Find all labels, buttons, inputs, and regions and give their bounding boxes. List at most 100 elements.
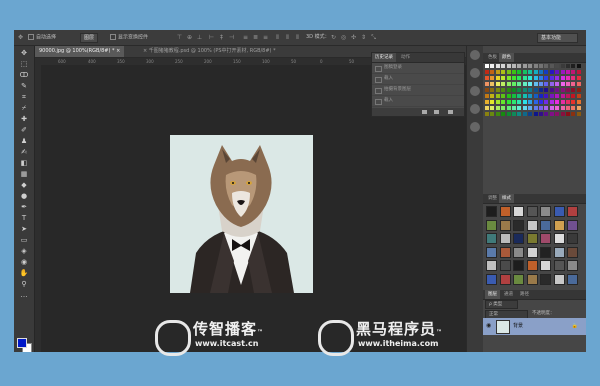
dodge-tool-icon[interactable]: ● <box>18 191 30 201</box>
color-swatch[interactable] <box>539 88 543 92</box>
move-tool-icon[interactable]: ✥ <box>18 48 30 58</box>
style-thumbnail[interactable] <box>513 206 524 217</box>
style-thumbnail[interactable] <box>567 273 578 285</box>
color-swatch[interactable] <box>522 76 527 80</box>
align-top-icon[interactable]: ⊤ <box>176 34 183 41</box>
color-swatch[interactable] <box>539 76 543 80</box>
color-swatch[interactable] <box>512 76 516 80</box>
layer-kind-filter[interactable]: ρ 类型 <box>485 300 518 309</box>
color-swatch[interactable] <box>517 100 522 104</box>
color-swatch[interactable] <box>560 64 565 68</box>
style-thumbnail[interactable] <box>567 260 578 271</box>
color-swatch[interactable] <box>512 70 516 74</box>
color-swatch[interactable] <box>533 64 538 68</box>
color-swatch[interactable] <box>566 82 570 86</box>
brush-tool-icon[interactable]: ✐ <box>18 125 30 135</box>
color-swatch[interactable] <box>495 100 500 104</box>
marquee-tool-icon[interactable]: ⬚ <box>18 59 30 69</box>
color-swatch[interactable] <box>576 64 581 68</box>
style-thumbnail[interactable] <box>540 246 551 258</box>
auto-select-option[interactable]: 自动选择 <box>28 34 56 41</box>
hand-tool-icon[interactable]: ✋ <box>18 268 30 278</box>
color-swatch[interactable] <box>549 82 554 86</box>
color-swatch[interactable] <box>549 76 554 80</box>
tab-styles[interactable]: 样式 <box>499 194 514 203</box>
color-swatch[interactable] <box>566 112 570 116</box>
tab-paths[interactable]: 路径 <box>517 290 532 299</box>
color-swatch[interactable] <box>522 70 527 74</box>
color-swatch[interactable] <box>566 88 570 92</box>
distribute-right-icon[interactable]: ⦀ <box>294 34 301 41</box>
color-swatch[interactable] <box>506 82 511 86</box>
color-swatch[interactable] <box>571 100 576 104</box>
style-thumbnail[interactable] <box>486 260 497 271</box>
style-thumbnail[interactable] <box>567 219 578 231</box>
color-swatch[interactable] <box>517 112 522 116</box>
color-swatch[interactable] <box>549 70 554 74</box>
color-swatch[interactable] <box>544 88 549 92</box>
close-icon[interactable]: × <box>143 48 147 54</box>
color-swatch[interactable] <box>501 82 506 86</box>
history-panel-icon[interactable] <box>470 50 480 60</box>
history-item[interactable]: 图稿登录 <box>372 63 464 74</box>
color-swatch[interactable] <box>560 100 565 104</box>
color-swatch[interactable] <box>544 70 549 74</box>
color-swatch[interactable] <box>490 100 495 104</box>
color-swatch[interactable] <box>501 76 506 80</box>
color-swatch[interactable] <box>571 64 576 68</box>
color-swatch[interactable] <box>539 106 543 110</box>
color-swatch[interactable] <box>528 94 533 98</box>
history-item[interactable]: 载入 <box>372 74 464 85</box>
distribute-top-icon[interactable]: ≡ <box>242 34 249 41</box>
color-swatch[interactable] <box>555 106 560 110</box>
close-icon[interactable]: × <box>116 48 120 54</box>
style-thumbnail[interactable] <box>553 273 565 285</box>
color-swatch[interactable] <box>539 100 543 104</box>
style-thumbnail[interactable] <box>486 219 497 231</box>
color-swatch[interactable] <box>501 112 506 116</box>
color-swatch[interactable] <box>544 106 549 110</box>
color-swatch[interactable] <box>506 64 511 68</box>
color-swatch[interactable] <box>501 88 506 92</box>
color-swatch[interactable] <box>485 106 489 110</box>
color-swatch[interactable] <box>555 82 560 86</box>
color-swatch[interactable] <box>549 112 554 116</box>
color-swatch[interactable] <box>576 106 581 110</box>
style-thumbnail[interactable] <box>513 260 524 271</box>
style-thumbnail[interactable] <box>486 233 497 244</box>
color-swatch[interactable] <box>490 94 495 98</box>
tab-channels[interactable]: 通道 <box>501 290 516 299</box>
color-swatch[interactable] <box>495 82 500 86</box>
color-swatch[interactable] <box>485 70 489 74</box>
distribute-left-icon[interactable]: ⦀ <box>274 34 281 41</box>
quick-select-tool-icon[interactable]: ✎ <box>18 81 30 91</box>
crop-tool-icon[interactable]: ⌗ <box>18 92 30 102</box>
color-swatch[interactable] <box>555 76 560 80</box>
align-bottom-icon[interactable]: ⊥ <box>196 34 203 41</box>
color-swatch[interactable] <box>506 106 511 110</box>
color-swatch[interactable] <box>533 94 538 98</box>
color-swatch[interactable] <box>522 100 527 104</box>
color-swatch[interactable] <box>528 106 533 110</box>
history-item[interactable]: 载入 <box>372 96 464 107</box>
color-swatch[interactable] <box>485 76 489 80</box>
color-swatch[interactable] <box>501 106 506 110</box>
move-tool-icon[interactable]: ✥ <box>17 34 24 41</box>
style-thumbnail[interactable] <box>513 246 524 258</box>
style-thumbnail[interactable] <box>513 233 524 244</box>
swatch-grid[interactable] <box>485 64 584 119</box>
color-swatch[interactable] <box>533 76 538 80</box>
style-thumbnail[interactable] <box>526 219 538 231</box>
color-swatch[interactable] <box>571 76 576 80</box>
style-thumbnail[interactable] <box>526 246 538 258</box>
style-thumbnail[interactable] <box>499 273 511 285</box>
foreground-color-swatch[interactable] <box>17 338 27 348</box>
style-thumbnail[interactable] <box>526 260 538 271</box>
color-swatch[interactable] <box>495 88 500 92</box>
color-swatch[interactable] <box>485 64 489 68</box>
color-swatch[interactable] <box>555 64 560 68</box>
color-swatch[interactable] <box>544 64 549 68</box>
3d-slide-icon[interactable]: ⇕ <box>360 34 367 41</box>
style-thumbnail[interactable] <box>526 206 538 217</box>
style-thumbnail[interactable] <box>540 273 551 285</box>
